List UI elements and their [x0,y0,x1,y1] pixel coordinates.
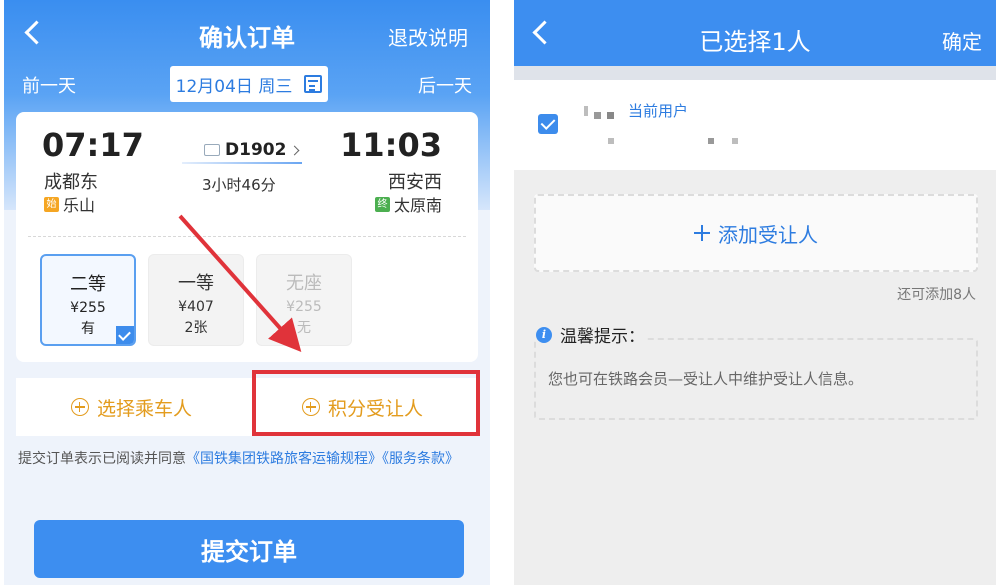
trip-duration: 3小时46分 [202,176,276,194]
transport-rules-link[interactable]: 《国铁集团铁路旅客运输规程》 [186,451,382,467]
redacted-name [594,112,601,119]
select-passenger-button[interactable]: 选择乘车人 [16,378,247,436]
seat-name: 二等 [70,274,106,295]
seat-availability: 2张 [184,320,208,336]
beneficiary-header: 已选择1人 确定 [514,0,996,66]
tip-text: 您也可在铁路会员—受让人中维护受让人信息。 [548,370,864,388]
plus-circle-icon [70,398,89,416]
redacted-id [608,138,614,144]
confirm-order-screen: 确认订单 退改说明 前一天 12月04日 周三 后一天 07:17 成都东 始 … [4,0,490,585]
route-line [182,162,302,164]
redacted-name [584,106,588,116]
remaining-count: 还可添加8人 [897,287,976,303]
seat-name: 无座 [286,273,322,294]
confirm-button[interactable]: 确定 [942,26,982,55]
back-arrow-icon[interactable] [528,18,554,48]
seat-availability: 无 [297,320,311,336]
next-day-button[interactable]: 后一天 [418,72,472,98]
departure-time: 07:17 [42,126,144,164]
seat-name: 一等 [178,273,214,294]
date-bar: 前一天 12月04日 周三 后一天 [4,66,490,102]
prev-day-button[interactable]: 前一天 [22,72,76,98]
submit-order-button[interactable]: 提交订单 [34,520,464,578]
tip-box: 您也可在铁路会员—受让人中维护受让人信息。 [534,338,978,420]
seat-option-no-seat[interactable]: 无座 ¥255 无 [256,254,352,346]
seat-price: ¥255 [286,299,322,315]
seat-option-second-class[interactable]: 二等 ¥255 有 [40,254,136,346]
confirm-order-header: 确认订单 退改说明 [4,0,490,66]
plus-icon [694,225,710,241]
current-user-label: 当前用户 [628,102,689,120]
header-shadow-band [514,66,996,80]
service-terms-link[interactable]: 《服务条款》 [382,451,459,467]
id-card-icon [204,144,220,156]
checkbox-checked[interactable] [538,114,558,134]
arrival-terminal: 终 太原南 [374,192,442,216]
current-user-row[interactable]: 当前用户 [514,80,996,170]
departure-station: 成都东 [44,172,98,193]
calendar-icon [304,75,323,93]
divider [28,236,466,237]
arrival-time: 11:03 [340,126,442,164]
terminal-station: 太原南 [393,196,442,215]
seat-option-first-class[interactable]: 一等 ¥407 2张 [148,254,244,346]
origin-station: 乐山 [63,196,96,215]
info-icon: i [536,326,552,343]
annotation-highlight-box [252,370,480,436]
seat-price: ¥255 [70,300,106,316]
origin-badge: 始 [44,196,59,212]
departure-origin: 始 乐山 [44,192,95,216]
add-beneficiary-button[interactable]: 添加受让人 [534,194,978,272]
select-passenger-label: 选择乘车人 [96,397,192,420]
terms-prefix: 提交订单表示已阅读并同意 [18,451,186,467]
select-beneficiary-screen: 已选择1人 确定 当前用户 添加受让人 还可添加8人 您也可在铁路会员—受让人中… [514,0,996,585]
train-number: D1902 [225,140,287,160]
page-title: 已选择1人 [699,28,811,56]
train-info-card: 07:17 成都东 始 乐山 D1902 3小时46分 11:03 西安西 终 … [16,112,478,362]
back-arrow-icon[interactable] [20,18,46,48]
arrival-station: 西安西 [388,172,442,193]
train-number-link[interactable]: D1902 [204,140,300,160]
chevron-right-icon [289,145,300,155]
add-beneficiary-label: 添加受让人 [718,222,818,247]
redacted-id [732,138,738,144]
seat-price: ¥407 [178,299,214,315]
tip-title: i 温馨提示： [536,322,645,347]
terms-notice: 提交订单表示已阅读并同意《国铁集团铁路旅客运输规程》《服务条款》 [18,446,480,472]
terminal-badge: 终 [374,196,390,212]
tip-title-text: 温馨提示： [560,327,645,347]
redacted-id [708,138,714,144]
selected-date: 12月04日 周三 [175,76,293,97]
date-picker-button[interactable]: 12月04日 周三 [170,66,328,102]
selected-check-icon [116,326,134,344]
redacted-name [607,112,614,119]
refund-policy-link[interactable]: 退改说明 [388,22,468,51]
